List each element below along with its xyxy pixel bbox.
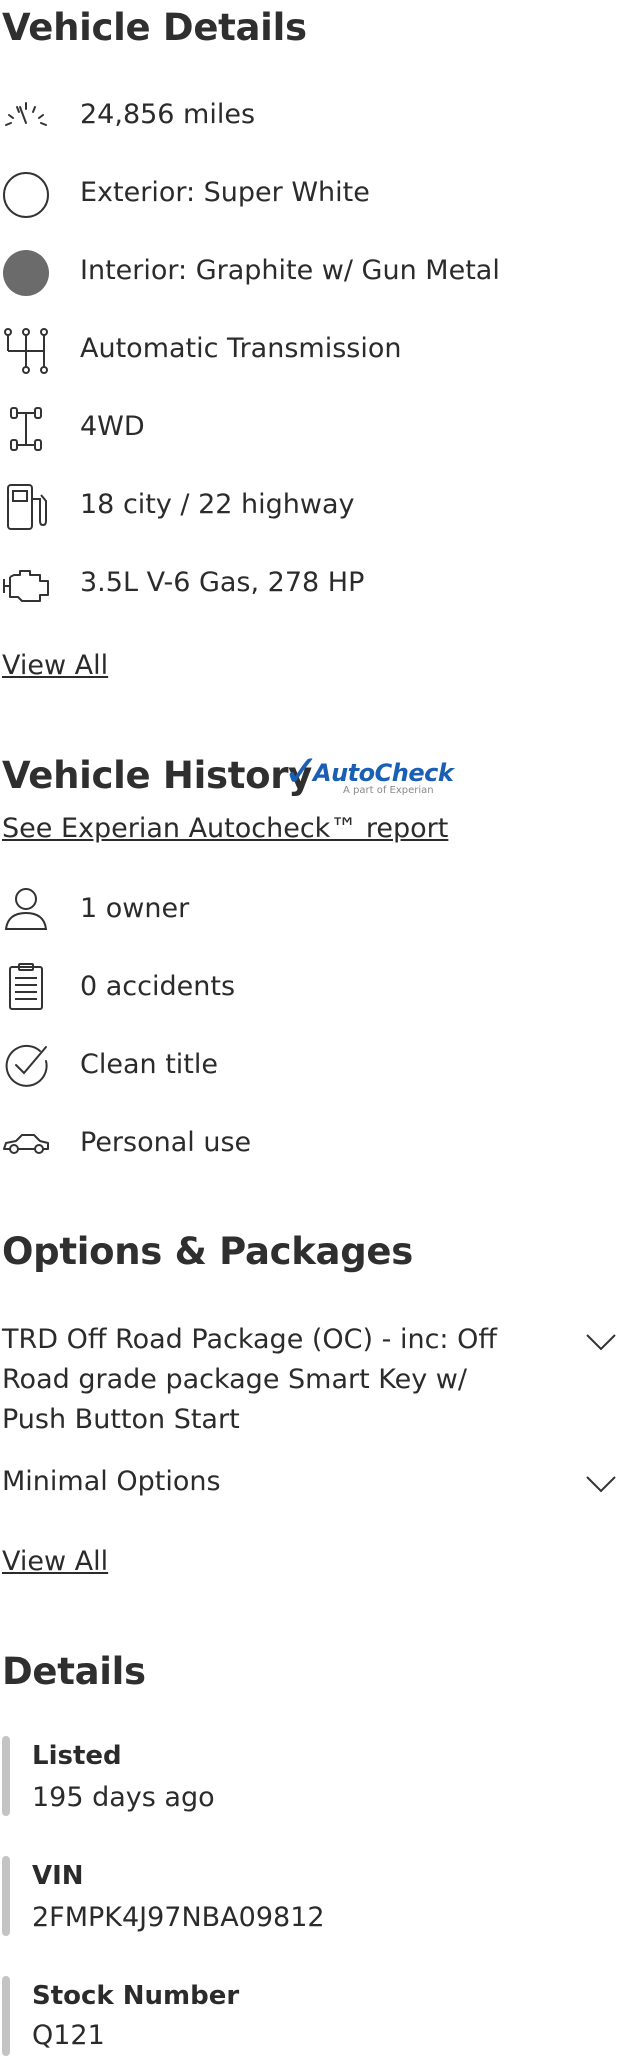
stock-number-label: Stock Number	[32, 1981, 240, 2011]
accidents-text: 0 accidents	[80, 971, 236, 1002]
engine-text: 3.5L V-6 Gas, 278 HP	[80, 567, 365, 598]
details-heading: Details	[2, 1650, 146, 1693]
owner-icon	[2, 885, 50, 933]
listed-label: Listed	[32, 1741, 122, 1771]
mileage-text: 24,856 miles	[80, 99, 256, 130]
listed-value: 195 days ago	[32, 1782, 215, 1813]
speedometer-icon	[2, 93, 50, 141]
engine-icon	[2, 561, 50, 609]
usage-text: Personal use	[80, 1127, 252, 1158]
check-circle-icon	[2, 1041, 50, 1089]
stock-number-value: Q121	[32, 2020, 105, 2051]
transmission-icon	[2, 327, 50, 375]
exterior-color-swatch-icon	[2, 171, 50, 219]
owners-text: 1 owner	[80, 893, 190, 924]
options-view-all-link[interactable]: View All	[2, 1546, 108, 1577]
autocheck-report-link[interactable]: See Experian Autocheck™ report	[2, 813, 448, 844]
fuel-pump-icon	[2, 483, 50, 531]
drivetrain-icon	[2, 405, 50, 453]
vehicle-details-view-all-link[interactable]: View All	[2, 650, 108, 681]
option-item-text: Minimal Options	[2, 1466, 221, 1497]
vehicle-details-heading: Vehicle Details	[2, 6, 307, 49]
detail-accent-bar	[2, 1736, 10, 1816]
option-expand-chevron-icon[interactable]	[585, 1332, 617, 1352]
transmission-text: Automatic Transmission	[80, 333, 402, 364]
car-icon	[2, 1119, 50, 1167]
vehicle-detail-page: Vehicle Details 24,856 miles Exterior: S…	[0, 0, 623, 2056]
option-expand-chevron-icon[interactable]	[585, 1474, 617, 1494]
option-item-text: TRD Off Road Package (OC) - inc: Off Roa…	[2, 1324, 497, 1435]
detail-accent-bar	[2, 1856, 10, 1936]
autocheck-logo-name: AutoCheck	[313, 759, 454, 787]
interior-color-swatch-icon	[2, 249, 50, 297]
detail-accent-bar	[2, 1976, 10, 2056]
vin-value: 2FMPK4J97NBA09812	[32, 1902, 325, 1933]
exterior-color-text: Exterior: Super White	[80, 177, 370, 208]
vin-label: VIN	[32, 1861, 84, 1891]
vehicle-history-heading: Vehicle History	[2, 754, 312, 797]
autocheck-logo-subtitle: A part of Experian	[343, 785, 434, 796]
title-status-text: Clean title	[80, 1049, 218, 1080]
options-packages-heading: Options & Packages	[2, 1230, 413, 1273]
autocheck-logo: ✓ AutoCheck A part of Experian	[283, 750, 454, 798]
clipboard-icon	[2, 963, 50, 1011]
interior-color-text: Interior: Graphite w/ Gun Metal	[80, 255, 500, 286]
fuel-economy-text: 18 city / 22 highway	[80, 489, 355, 520]
drivetrain-text: 4WD	[80, 411, 145, 442]
